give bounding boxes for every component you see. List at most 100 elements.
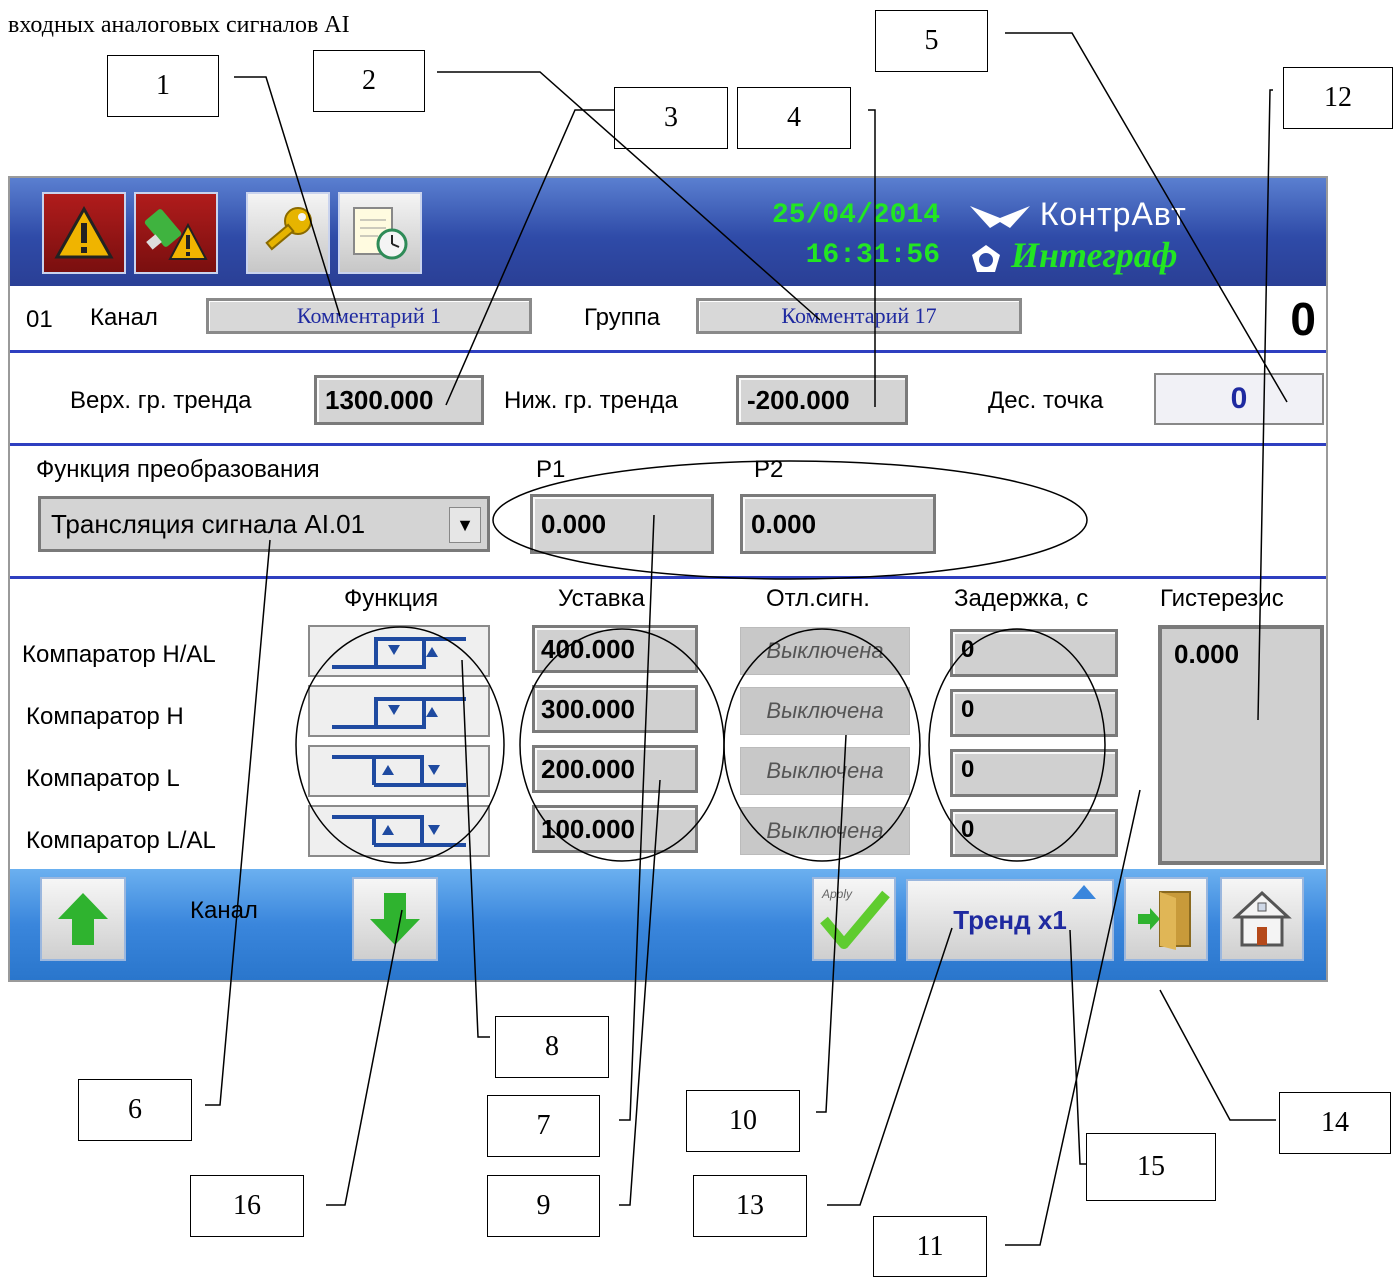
bottom-bar: Канал Apply Тренд x1: [10, 869, 1326, 980]
comparator-label: Компаратор H/AL: [22, 641, 216, 668]
group-label: Группа: [584, 304, 661, 331]
brand-mark-icon: [970, 205, 1030, 228]
callout-8: 8: [495, 1016, 609, 1078]
brand-name: КонтрАвт: [1039, 196, 1187, 232]
alarm-button[interactable]: [42, 192, 126, 274]
intro-text: входных аналоговых сигналов AI: [8, 12, 350, 38]
product-mark-icon: [972, 244, 1000, 272]
group-comment-button[interactable]: Комментарий 17: [696, 298, 1022, 334]
header-disable: Отл.сигн.: [766, 585, 870, 612]
disable-signal-field[interactable]: Выключена: [740, 807, 910, 855]
exit-button[interactable]: [1124, 877, 1208, 961]
header-delay: Задержка, с: [954, 585, 1089, 612]
comparator-label: Компаратор L/AL: [26, 827, 216, 854]
disable-signal-field[interactable]: Выключена: [740, 747, 910, 795]
trend-label: Тренд x1: [953, 904, 1067, 935]
callout-15: 15: [1086, 1133, 1216, 1201]
footer-channel-label: Канал: [190, 897, 258, 924]
callout-9: 9: [487, 1175, 600, 1237]
callout-7: 7: [487, 1095, 600, 1157]
comparator-function-button[interactable]: [308, 625, 490, 677]
key-button[interactable]: [246, 192, 330, 274]
time-text: 16:31:56: [805, 240, 940, 271]
product-name: Интеграф: [1011, 235, 1178, 275]
p1-input[interactable]: 0.000: [530, 494, 714, 554]
comparator-function-button[interactable]: [308, 745, 490, 797]
callout-11: 11: [873, 1216, 987, 1277]
schedule-icon: [353, 207, 408, 260]
header-setpoint: Уставка: [558, 585, 645, 612]
callout-16: 16: [190, 1175, 304, 1237]
key-icon: [265, 207, 312, 251]
home-button[interactable]: [1220, 877, 1304, 961]
callout-1: 1: [107, 55, 219, 117]
callout-13: 13: [693, 1175, 807, 1237]
hysteresis-high-icon: [332, 637, 466, 669]
upper-trend-input[interactable]: 1300.000: [314, 375, 484, 425]
callout-12: 12: [1283, 67, 1393, 129]
p1-label: P1: [536, 456, 566, 483]
upper-trend-label: Верх. гр. тренда: [70, 387, 252, 414]
device-screen: 25/04/2014 16:31:56 КонтрАвт Интеграф 01…: [8, 176, 1328, 982]
date-text: 25/04/2014: [771, 200, 940, 231]
top-bar: 25/04/2014 16:31:56 КонтрАвт Интеграф: [10, 178, 1326, 286]
callout-14: 14: [1279, 1092, 1391, 1154]
brand-logo: КонтрАвт: [970, 196, 1187, 233]
setpoint-input[interactable]: 400.000: [532, 625, 698, 673]
usb-alarm-button[interactable]: [134, 192, 218, 274]
header-hysteresis: Гистерезис: [1160, 585, 1284, 612]
home-icon: [1232, 890, 1292, 947]
comparator-label: Компаратор L: [26, 765, 180, 792]
comparator-section: Функция Уставка Отл.сигн. Задержка, с Ги…: [10, 579, 1326, 869]
callout-5: 5: [875, 10, 988, 72]
channel-down-button[interactable]: [352, 877, 438, 961]
channel-value: 0: [1290, 293, 1316, 345]
hysteresis-low-icon: [332, 815, 466, 847]
usb-alarm-icon: [144, 209, 208, 260]
p2-label: P2: [754, 456, 784, 483]
hysteresis-input[interactable]: 0.000: [1158, 625, 1324, 865]
alarm-icon: [54, 205, 114, 259]
datetime: 25/04/2014 16:31:56: [750, 196, 940, 276]
decimal-point-input[interactable]: 0: [1154, 373, 1324, 425]
setpoint-input[interactable]: 100.000: [532, 805, 698, 853]
disable-signal-field[interactable]: Выключена: [740, 687, 910, 735]
product-logo: Интеграф: [970, 234, 1178, 276]
callout-10: 10: [686, 1090, 800, 1152]
exit-door-icon: [1138, 891, 1191, 950]
delay-input[interactable]: 0: [950, 689, 1118, 737]
checkmark-icon: Apply: [820, 887, 890, 949]
channel-up-button[interactable]: [40, 877, 126, 961]
schedule-button[interactable]: [338, 192, 422, 274]
chevron-down-icon[interactable]: ▼: [449, 507, 481, 543]
apply-button[interactable]: Apply: [812, 877, 896, 961]
callout-2: 2: [313, 50, 425, 112]
leader-14: [1159, 989, 1276, 1121]
hysteresis-low-icon: [332, 755, 466, 787]
channel-label: Канал: [90, 304, 158, 331]
comparator-function-button[interactable]: [308, 685, 490, 737]
channel-comment-button[interactable]: Комментарий 1: [206, 298, 532, 334]
channel-row: 01 Канал Комментарий 1 Группа Комментари…: [10, 286, 1326, 353]
callout-6: 6: [78, 1079, 192, 1141]
setpoint-input[interactable]: 300.000: [532, 685, 698, 733]
delay-input[interactable]: 0: [950, 629, 1118, 677]
delay-input[interactable]: 0: [950, 809, 1118, 857]
apply-text: Apply: [821, 887, 853, 901]
lower-trend-label: Ниж. гр. тренда: [504, 387, 678, 414]
lower-trend-input[interactable]: -200.000: [736, 375, 908, 425]
caret-up-icon: [1072, 885, 1096, 899]
trend-button[interactable]: Тренд x1: [906, 879, 1114, 961]
setpoint-input[interactable]: 200.000: [532, 745, 698, 793]
transform-select[interactable]: Трансляция сигнала AI.01 ▼: [38, 496, 490, 552]
p2-input[interactable]: 0.000: [740, 494, 936, 554]
header-function: Функция: [344, 585, 439, 612]
delay-input[interactable]: 0: [950, 749, 1118, 797]
comparator-function-button[interactable]: [308, 805, 490, 857]
callout-4: 4: [737, 87, 851, 149]
callout-3: 3: [614, 87, 728, 149]
transform-label: Функция преобразования: [36, 456, 320, 483]
disable-signal-field[interactable]: Выключена: [740, 627, 910, 675]
arrow-up-icon: [58, 893, 108, 945]
channel-number: 01: [26, 306, 53, 333]
